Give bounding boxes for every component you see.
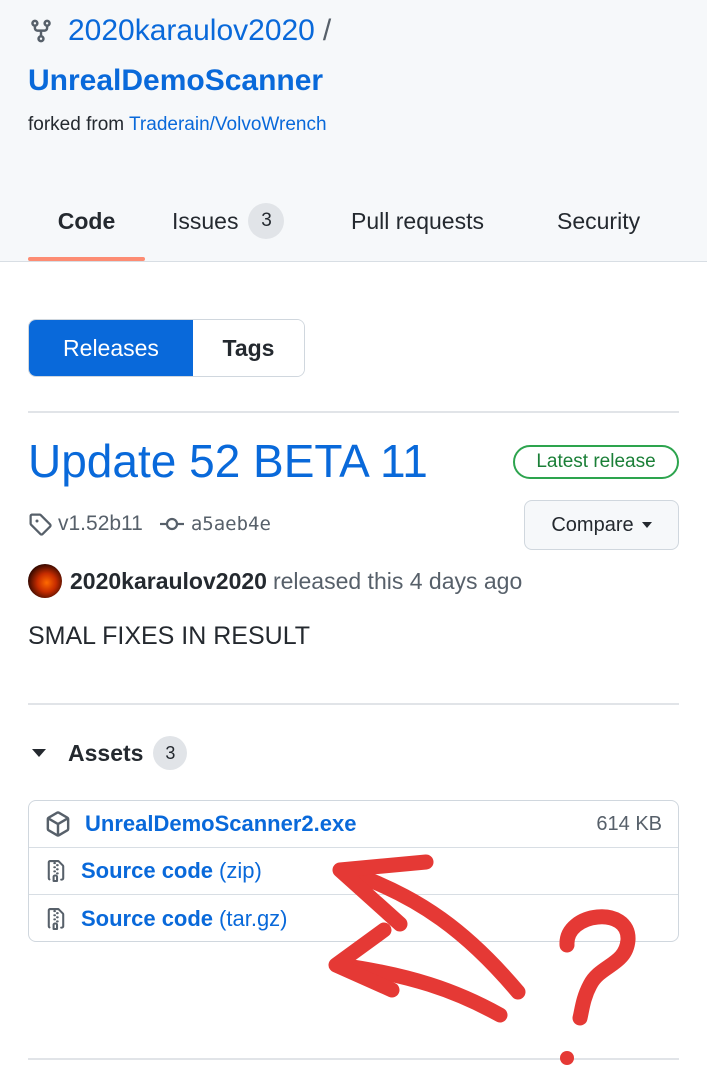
tab-code[interactable]: Code bbox=[28, 180, 145, 262]
release-title-link[interactable]: Update 52 BETA 11 bbox=[28, 434, 428, 488]
release-notes: SMAL FIXES IN RESULT bbox=[28, 622, 311, 650]
tag-icon bbox=[29, 513, 52, 536]
commit-link[interactable]: a5aeb4e bbox=[191, 513, 271, 535]
divider bbox=[28, 411, 679, 413]
repo-forked-icon bbox=[31, 19, 51, 43]
tab-pull-requests[interactable]: Pull requests bbox=[351, 180, 484, 262]
issues-count-badge: 3 bbox=[248, 203, 285, 239]
repo-separator: / bbox=[322, 14, 332, 47]
repo-owner-line: 2020karaulov2020 / bbox=[28, 14, 331, 48]
assets-label: Assets bbox=[68, 739, 144, 766]
tab-pull-requests-label: Pull requests bbox=[351, 207, 484, 234]
repo-owner-link[interactable]: 2020karaulov2020 bbox=[68, 14, 315, 48]
tab-code-label: Code bbox=[57, 207, 116, 234]
releases-button[interactable]: Releases bbox=[29, 320, 193, 376]
compare-label: Compare bbox=[551, 513, 634, 536]
forked-from: forked from Traderain/VolvoWrench bbox=[28, 114, 327, 136]
commit-info: a5aeb4e bbox=[159, 513, 271, 535]
asset-row: Source code (tar.gz) bbox=[29, 895, 678, 941]
chevron-down-icon bbox=[641, 522, 652, 528]
divider bbox=[28, 1058, 679, 1060]
compare-button[interactable]: Compare bbox=[524, 500, 679, 550]
file-zip-icon bbox=[47, 860, 65, 882]
source-targz-link[interactable]: Source code bbox=[81, 906, 213, 932]
divider bbox=[28, 703, 679, 705]
tab-security-label: Security bbox=[557, 207, 641, 234]
package-icon bbox=[46, 811, 70, 837]
release-author-line: 2020karaulov2020 released this 4 days ag… bbox=[28, 563, 522, 599]
release-meta: v1.52b11 a5aeb4e bbox=[28, 508, 271, 540]
asset-format: (zip) bbox=[219, 858, 262, 883]
asset-row: Source code (zip) bbox=[29, 848, 678, 895]
tab-issues[interactable]: Issues 3 bbox=[172, 180, 285, 262]
repo-tabs: Code Issues 3 Pull requests Security bbox=[0, 180, 707, 262]
repo-header: 2020karaulov2020 / UnrealDemoScanner for… bbox=[0, 0, 707, 262]
tab-security[interactable]: Security bbox=[557, 180, 640, 262]
triangle-down-icon bbox=[32, 749, 46, 757]
tab-issues-label: Issues bbox=[172, 207, 239, 234]
asset-download-link[interactable]: UnrealDemoScanner2.exe bbox=[85, 811, 356, 837]
asset-row: UnrealDemoScanner2.exe 614 KB bbox=[29, 801, 678, 848]
tags-button[interactable]: Tags bbox=[193, 320, 304, 376]
released-time-text: released this 4 days ago bbox=[272, 567, 523, 594]
releases-tags-switch: Releases Tags bbox=[28, 319, 305, 377]
forked-source-link[interactable]: Traderain/VolvoWrench bbox=[129, 114, 327, 135]
asset-size: 614 KB bbox=[596, 812, 662, 835]
source-zip-link[interactable]: Source code bbox=[81, 858, 213, 884]
repo-name-link[interactable]: UnrealDemoScanner bbox=[28, 64, 323, 98]
latest-release-badge: Latest release bbox=[513, 445, 679, 479]
arrow-icon bbox=[332, 957, 508, 1023]
asset-format: (tar.gz) bbox=[219, 905, 288, 931]
avatar[interactable] bbox=[28, 564, 62, 598]
assets-count-badge: 3 bbox=[153, 736, 188, 770]
file-zip-icon bbox=[47, 907, 65, 930]
tab-code-underline bbox=[28, 257, 145, 261]
assets-toggle[interactable]: Assets 3 bbox=[32, 734, 188, 772]
assets-list: UnrealDemoScanner2.exe 614 KB Source cod… bbox=[28, 800, 679, 942]
author-link[interactable]: 2020karaulov2020 bbox=[70, 568, 267, 595]
tag-link[interactable]: v1.52b11 bbox=[58, 512, 143, 536]
forked-from-label: forked from bbox=[28, 114, 125, 135]
commit-icon bbox=[159, 517, 184, 531]
